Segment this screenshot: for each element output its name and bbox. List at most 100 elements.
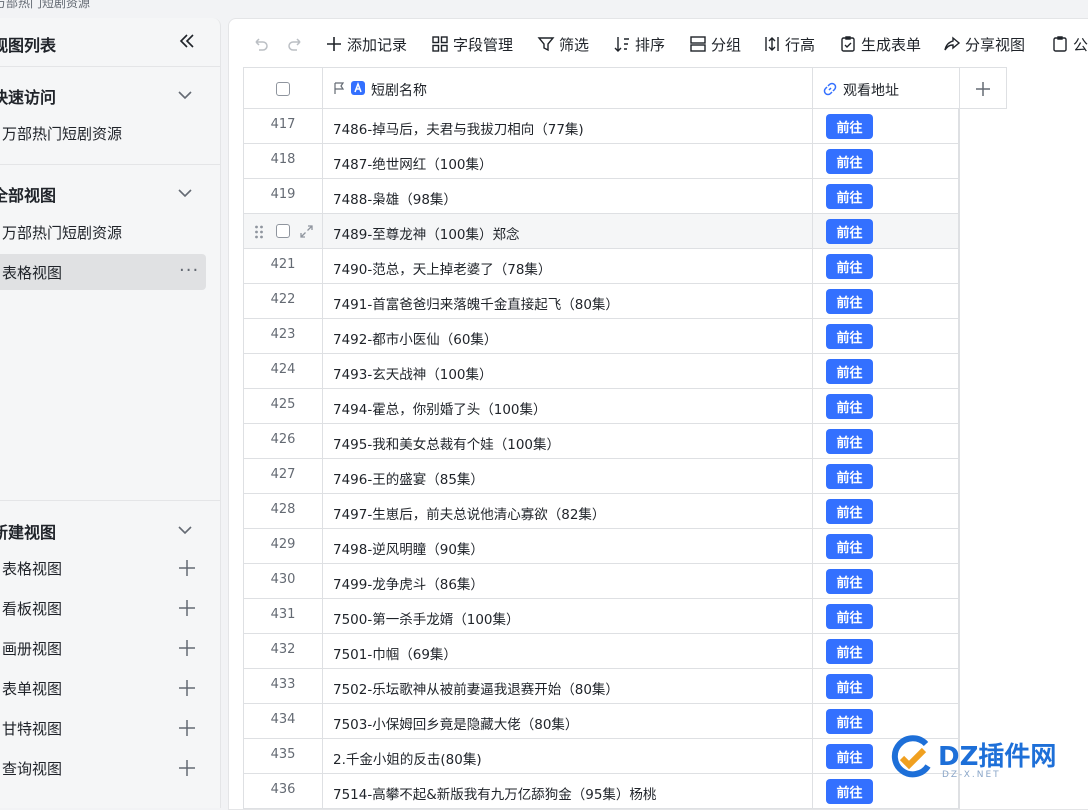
- go-button[interactable]: 前往: [826, 429, 873, 454]
- create-view-item[interactable]: 画册视图: [0, 630, 206, 666]
- field-manage-button[interactable]: 字段管理: [431, 33, 513, 55]
- name-cell[interactable]: 7495-我和美女总裁有个娃（100集）: [322, 424, 812, 459]
- column-header-url[interactable]: 观看地址: [812, 67, 959, 109]
- name-cell[interactable]: 7502-乐坛歌神从被前妻逼我退赛开始（80集）: [322, 669, 812, 704]
- group-button[interactable]: 分组: [689, 33, 741, 55]
- url-cell[interactable]: 前往: [812, 354, 959, 389]
- go-button[interactable]: 前往: [826, 639, 873, 664]
- name-cell[interactable]: 7492-都市小医仙（60集）: [322, 319, 812, 354]
- table-row[interactable]: 424 7493-玄天战神（100集） 前往: [243, 354, 959, 389]
- table-row[interactable]: 432 7501-巾帼（69集） 前往: [243, 634, 959, 669]
- name-cell[interactable]: 7500-第一杀手龙婿（100集）: [322, 599, 812, 634]
- go-button[interactable]: 前往: [826, 744, 873, 769]
- table-row[interactable]: 7489-至尊龙神（100集）郑念 前往: [243, 214, 959, 249]
- create-view-section[interactable]: 新建视图: [0, 509, 220, 549]
- name-cell[interactable]: 7499-龙争虎斗（86集）: [322, 564, 812, 599]
- go-button[interactable]: 前往: [826, 184, 873, 209]
- table-row[interactable]: 418 7487-绝世网红（100集） 前往: [243, 144, 959, 179]
- table-row[interactable]: 425 7494-霍总，你别婚了头（100集） 前往: [243, 389, 959, 424]
- plus-icon[interactable]: [975, 81, 991, 97]
- generate-form-button[interactable]: 生成表单: [839, 33, 921, 55]
- url-cell[interactable]: 前往: [812, 494, 959, 529]
- select-all-checkbox[interactable]: [276, 82, 290, 96]
- go-button[interactable]: 前往: [826, 604, 873, 629]
- name-cell[interactable]: 7496-王的盛宴（85集）: [322, 459, 812, 494]
- go-button[interactable]: 前往: [826, 674, 873, 699]
- name-cell[interactable]: 7498-逆风明瞳（90集）: [322, 529, 812, 564]
- url-cell[interactable]: 前往: [812, 564, 959, 599]
- table-row[interactable]: 430 7499-龙争虎斗（86集） 前往: [243, 564, 959, 599]
- go-button[interactable]: 前往: [826, 779, 873, 804]
- name-cell[interactable]: 7494-霍总，你别婚了头（100集）: [322, 389, 812, 424]
- table-row[interactable]: 436 7514-高攀不起&新版我有九万亿舔狗金（95集）杨桃 前往: [243, 774, 959, 809]
- table-row[interactable]: 417 7486-掉马后，夫君与我拔刀相向（77集) 前往: [243, 109, 959, 144]
- name-cell[interactable]: 7486-掉马后，夫君与我拔刀相向（77集): [322, 109, 812, 144]
- more-options-icon[interactable]: ···: [179, 260, 199, 281]
- table-row[interactable]: 434 7503-小保姆回乡竟是隐藏大佬（80集） 前往: [243, 704, 959, 739]
- table-row[interactable]: 422 7491-首富爸爸归来落魄千金直接起飞（80集） 前往: [243, 284, 959, 319]
- url-cell[interactable]: 前往: [812, 249, 959, 284]
- name-cell[interactable]: 7488-枭雄（98集）: [322, 179, 812, 214]
- filter-button[interactable]: 筛选: [537, 33, 589, 55]
- go-button[interactable]: 前往: [826, 534, 873, 559]
- go-button[interactable]: 前往: [826, 289, 873, 314]
- go-button[interactable]: 前往: [826, 709, 873, 734]
- create-view-item[interactable]: 表格视图: [0, 550, 206, 586]
- create-view-item[interactable]: 表单视图: [0, 670, 206, 706]
- name-cell[interactable]: 7493-玄天战神（100集）: [322, 354, 812, 389]
- url-cell[interactable]: 前往: [812, 319, 959, 354]
- add-record-button[interactable]: 添加记录: [325, 33, 407, 55]
- table-row[interactable]: 428 7497-生崽后，前夫总说他清心寡欲（82集） 前往: [243, 494, 959, 529]
- sidebar-item-quick-resource[interactable]: 万部热门短剧资源: [0, 115, 206, 151]
- name-cell[interactable]: 7491-首富爸爸归来落魄千金直接起飞（80集）: [322, 284, 812, 319]
- go-button[interactable]: 前往: [826, 359, 873, 384]
- go-button[interactable]: 前往: [826, 219, 873, 244]
- sort-button[interactable]: 排序: [613, 33, 665, 55]
- plus-icon[interactable]: [178, 599, 196, 617]
- url-cell[interactable]: 前往: [812, 284, 959, 319]
- more-toolbar-button[interactable]: 公: [1051, 33, 1088, 55]
- table-row[interactable]: 426 7495-我和美女总裁有个娃（100集） 前往: [243, 424, 959, 459]
- drag-handle-icon[interactable]: [254, 224, 264, 240]
- go-button[interactable]: 前往: [826, 394, 873, 419]
- table-row[interactable]: 419 7488-枭雄（98集） 前往: [243, 179, 959, 214]
- chevron-down-icon[interactable]: [176, 184, 194, 202]
- collapse-sidebar-icon[interactable]: [176, 30, 198, 52]
- row-height-button[interactable]: 行高: [763, 33, 815, 55]
- plus-icon[interactable]: [178, 559, 196, 577]
- share-view-button[interactable]: 分享视图: [943, 33, 1025, 55]
- plus-icon[interactable]: [178, 639, 196, 657]
- create-view-item[interactable]: 甘特视图: [0, 710, 206, 746]
- table-row[interactable]: 427 7496-王的盛宴（85集） 前往: [243, 459, 959, 494]
- go-button[interactable]: 前往: [826, 324, 873, 349]
- name-cell[interactable]: 7497-生崽后，前夫总说他清心寡欲（82集）: [322, 494, 812, 529]
- name-cell[interactable]: 7503-小保姆回乡竟是隐藏大佬（80集）: [322, 704, 812, 739]
- redo-icon[interactable]: [285, 34, 305, 54]
- url-cell[interactable]: 前往: [812, 214, 959, 249]
- name-cell[interactable]: 7490-范总，天上掉老婆了（78集）: [322, 249, 812, 284]
- name-cell[interactable]: 7487-绝世网红（100集）: [322, 144, 812, 179]
- quick-access-section[interactable]: 快速访问: [0, 74, 220, 114]
- chevron-down-icon[interactable]: [176, 521, 194, 539]
- table-row[interactable]: 429 7498-逆风明瞳（90集） 前往: [243, 529, 959, 564]
- table-row[interactable]: 423 7492-都市小医仙（60集） 前往: [243, 319, 959, 354]
- url-cell[interactable]: 前往: [812, 599, 959, 634]
- name-cell[interactable]: 7501-巾帼（69集）: [322, 634, 812, 669]
- url-cell[interactable]: 前往: [812, 179, 959, 214]
- table-row[interactable]: 433 7502-乐坛歌神从被前妻逼我退赛开始（80集） 前往: [243, 669, 959, 704]
- table-row[interactable]: 421 7490-范总，天上掉老婆了（78集） 前往: [243, 249, 959, 284]
- plus-icon[interactable]: [178, 679, 196, 697]
- go-button[interactable]: 前往: [826, 254, 873, 279]
- url-cell[interactable]: 前往: [812, 669, 959, 704]
- create-view-item[interactable]: 查询视图: [0, 750, 206, 786]
- url-cell[interactable]: 前往: [812, 424, 959, 459]
- add-column-cell[interactable]: [959, 67, 1007, 109]
- url-cell[interactable]: 前往: [812, 459, 959, 494]
- name-cell[interactable]: 2.千金小姐的反击(80集): [322, 739, 812, 774]
- undo-icon[interactable]: [251, 34, 271, 54]
- go-button[interactable]: 前往: [826, 114, 873, 139]
- url-cell[interactable]: 前往: [812, 529, 959, 564]
- url-cell[interactable]: 前往: [812, 634, 959, 669]
- name-cell[interactable]: 7514-高攀不起&新版我有九万亿舔狗金（95集）杨桃: [322, 774, 812, 809]
- name-cell[interactable]: 7489-至尊龙神（100集）郑念: [322, 214, 812, 249]
